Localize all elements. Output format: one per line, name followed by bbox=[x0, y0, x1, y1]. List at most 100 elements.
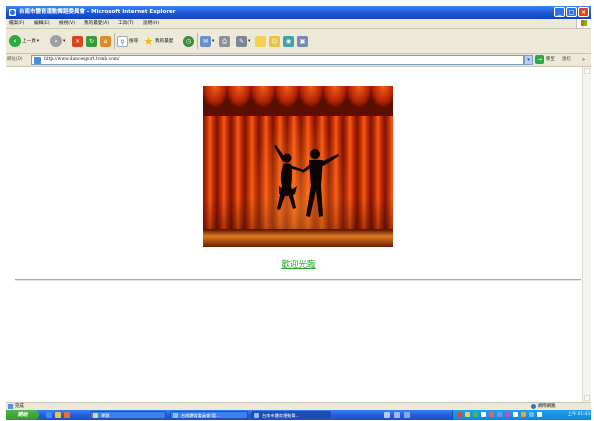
favorites-button[interactable]: ★ 我的最愛 bbox=[143, 34, 174, 48]
menu-view[interactable]: 檢視(V) bbox=[59, 20, 75, 27]
menu-bar: 檔案(F) 編輯(E) 檢視(V) 我的最愛(A) 工具(T) 說明(H) bbox=[6, 19, 591, 29]
tray-icon[interactable] bbox=[481, 412, 486, 417]
tray-icon[interactable] bbox=[489, 412, 494, 417]
favorites-label: 我的最愛 bbox=[155, 39, 174, 44]
address-dropdown-button[interactable]: ▾ bbox=[524, 55, 533, 65]
tray-icon[interactable] bbox=[457, 412, 462, 417]
back-button[interactable]: ‹ 上一頁 ▾ bbox=[9, 34, 39, 48]
refresh-icon: ↻ bbox=[86, 35, 97, 47]
ie-app-icon bbox=[9, 9, 16, 16]
stop-icon: × bbox=[72, 35, 83, 47]
language-bar-icon[interactable] bbox=[384, 412, 390, 418]
ime-icon[interactable] bbox=[404, 412, 410, 418]
folder-icon bbox=[93, 413, 98, 418]
close-button[interactable]: × bbox=[578, 7, 589, 17]
quicklaunch-ie-icon[interactable] bbox=[46, 412, 52, 418]
tray-icon[interactable] bbox=[497, 412, 502, 417]
maximize-button[interactable]: □ bbox=[566, 7, 577, 17]
search-icon: ⚲ bbox=[117, 35, 128, 47]
security-zone-text: 網際網路 bbox=[538, 404, 556, 409]
browser-window: 台南市體育運動舞蹈委員會 - Microsoft Internet Explor… bbox=[6, 6, 591, 420]
menu-help[interactable]: 說明(H) bbox=[143, 20, 159, 27]
dancer-silhouettes bbox=[274, 145, 339, 217]
status-text: 完成 bbox=[15, 404, 24, 409]
refresh-button[interactable]: ↻ bbox=[86, 34, 97, 48]
tray-icon[interactable] bbox=[521, 412, 526, 417]
quicklaunch-media-icon[interactable] bbox=[64, 412, 70, 418]
menu-tools[interactable]: 工具(T) bbox=[118, 20, 134, 27]
forward-icon: › bbox=[50, 35, 62, 47]
start-button[interactable]: 開始 bbox=[6, 410, 39, 420]
menu-favorites[interactable]: 我的最愛(A) bbox=[84, 20, 109, 27]
system-tray: 上午 01:43 bbox=[452, 410, 591, 420]
window-controls: _ □ × bbox=[554, 7, 589, 17]
welcome-link[interactable]: 歡迎光臨 bbox=[6, 258, 591, 270]
tray-icon[interactable] bbox=[465, 412, 470, 417]
taskbar: 開始 專題 台南體育委員會(暫... 台南市體育運動舞... 上午 01:43 bbox=[6, 410, 591, 420]
back-label: 上一頁 bbox=[22, 39, 36, 44]
scroll-up-button[interactable] bbox=[584, 68, 590, 74]
address-url[interactable]: http://www.dancesport.tcmb.com/ bbox=[44, 56, 119, 64]
scroll-down-button[interactable] bbox=[584, 395, 590, 401]
window-title: 台南市體育運動舞蹈委員會 - Microsoft Internet Explor… bbox=[19, 9, 176, 15]
tray-icon[interactable] bbox=[473, 412, 478, 417]
stop-button[interactable]: × bbox=[72, 34, 83, 48]
menu-file[interactable]: 檔案(F) bbox=[9, 20, 24, 27]
chevron-right-icon[interactable]: » bbox=[582, 56, 591, 64]
research-icon: ◉ bbox=[283, 35, 294, 47]
edit-button[interactable]: ✎ ▾ bbox=[236, 34, 250, 48]
toolbar-separator bbox=[197, 33, 198, 49]
research-button[interactable]: ◉ bbox=[283, 34, 294, 48]
mail-icon: ✉ bbox=[200, 35, 211, 47]
chevron-down-icon: ▾ bbox=[248, 38, 251, 44]
media-icon: ▣ bbox=[297, 35, 308, 47]
messenger-icon: ☺ bbox=[269, 35, 280, 47]
history-icon: ◷ bbox=[183, 35, 194, 47]
history-button[interactable]: ◷ bbox=[183, 34, 194, 48]
chevron-down-icon: ▾ bbox=[212, 38, 215, 44]
tray-icon[interactable] bbox=[513, 412, 518, 417]
chevron-down-icon: ▾ bbox=[63, 38, 66, 44]
search-button[interactable]: ⚲ 搜尋 bbox=[117, 34, 138, 48]
edit-icon: ✎ bbox=[236, 35, 247, 47]
tray-icon[interactable] bbox=[505, 412, 510, 417]
taskbar-item-ie-2[interactable]: 台南市體育運動舞... bbox=[251, 411, 331, 419]
ie-icon bbox=[254, 413, 259, 418]
start-label: 開始 bbox=[17, 412, 28, 418]
taskbar-item-ie-1[interactable]: 台南體育委員會(暫... bbox=[170, 411, 248, 419]
go-icon[interactable]: → bbox=[535, 55, 544, 64]
folder-button[interactable] bbox=[255, 34, 266, 48]
go-button[interactable]: 移至 bbox=[546, 56, 555, 64]
stage-dancers-image bbox=[203, 86, 393, 247]
keyboard-icon[interactable] bbox=[394, 412, 400, 418]
menu-edit[interactable]: 編輯(E) bbox=[34, 20, 50, 27]
clock: 上午 01:43 bbox=[567, 412, 590, 417]
folder-icon bbox=[255, 35, 266, 47]
internet-zone-icon bbox=[531, 404, 536, 409]
extra-button[interactable]: ▣ bbox=[297, 34, 308, 48]
toolbar-separator bbox=[114, 33, 115, 49]
print-button[interactable]: ⎙ bbox=[219, 34, 230, 48]
vertical-scrollbar[interactable] bbox=[582, 67, 591, 402]
title-bar: 台南市體育運動舞蹈委員會 - Microsoft Internet Explor… bbox=[6, 6, 591, 19]
address-bar: 網址(D) http://www.dancesport.tcmb.com/ ▾ … bbox=[6, 54, 591, 67]
task-label: 台南市體育運動舞... bbox=[262, 413, 300, 418]
links-button[interactable]: 連結 bbox=[562, 56, 571, 64]
ie-icon bbox=[173, 413, 178, 418]
chevron-down-icon: ▾ bbox=[36, 38, 40, 44]
messenger-button[interactable]: ☺ bbox=[269, 34, 280, 48]
minimize-button[interactable]: _ bbox=[554, 7, 565, 17]
mail-button[interactable]: ✉ ▾ bbox=[200, 34, 214, 48]
volume-icon[interactable] bbox=[537, 412, 542, 417]
standard-toolbar: ‹ 上一頁 ▾ › ▾ × ↻ ⌂ ⚲ 搜尋 ★ 我的最愛 ◷ ✉ ▾ ⎙ ✎ … bbox=[6, 29, 591, 54]
favorites-icon: ★ bbox=[143, 34, 154, 48]
tray-icon[interactable] bbox=[529, 412, 534, 417]
page-status-icon bbox=[8, 404, 13, 409]
home-button[interactable]: ⌂ bbox=[100, 34, 111, 48]
quicklaunch-desktop-icon[interactable] bbox=[55, 412, 61, 418]
search-label: 搜尋 bbox=[129, 39, 139, 44]
taskbar-item-folder[interactable]: 專題 bbox=[90, 411, 166, 419]
forward-button[interactable]: › ▾ bbox=[50, 34, 65, 48]
address-input[interactable]: http://www.dancesport.tcmb.com/ bbox=[31, 55, 524, 65]
task-label: 台南體育委員會(暫... bbox=[181, 413, 221, 418]
